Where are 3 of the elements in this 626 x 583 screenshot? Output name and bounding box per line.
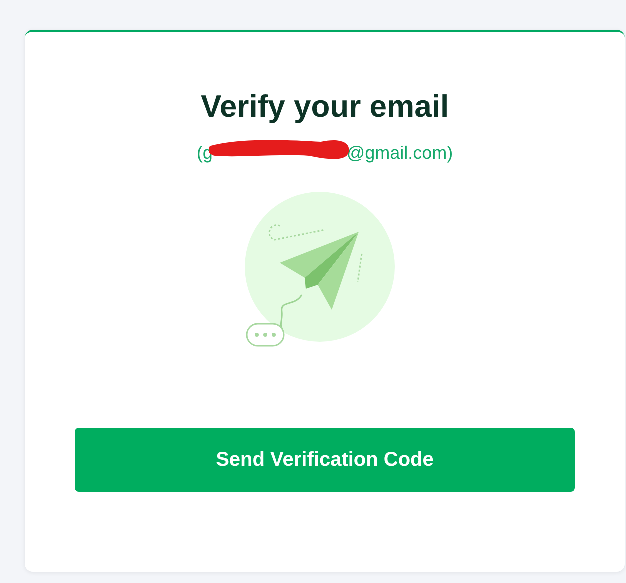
page-title: Verify your email bbox=[200, 88, 450, 126]
email-text-end: @gmail.com) bbox=[346, 142, 454, 164]
send-verification-code-button[interactable]: Send Verification Code bbox=[75, 428, 575, 492]
